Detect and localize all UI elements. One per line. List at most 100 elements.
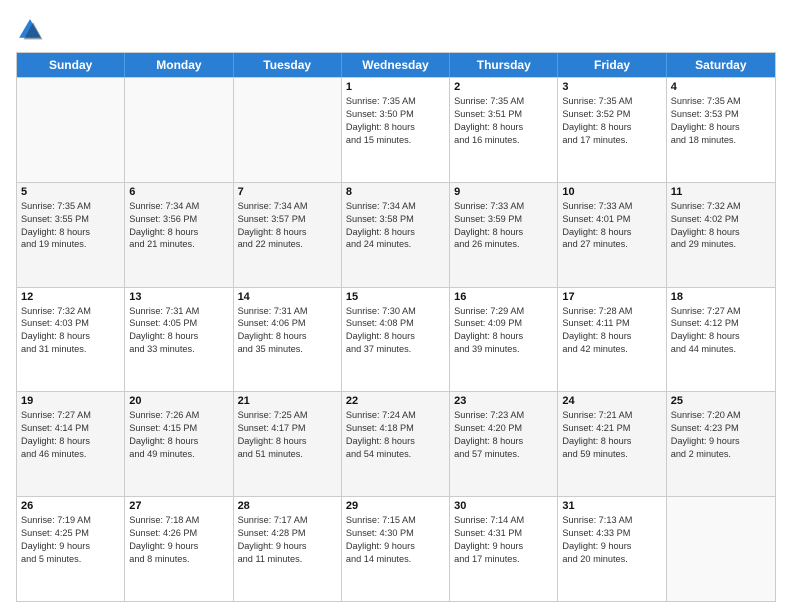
calendar-row: 12 Sunrise: 7:32 AM Sunset: 4:03 PM Dayli… <box>17 287 775 392</box>
cell-content: Sunrise: 7:23 AM Sunset: 4:20 PM Dayligh… <box>454 409 553 461</box>
weekday-header: Saturday <box>667 53 775 77</box>
day-number: 25 <box>671 395 771 407</box>
cell-content: Sunrise: 7:32 AM Sunset: 4:03 PM Dayligh… <box>21 305 120 357</box>
cell-content: Sunrise: 7:20 AM Sunset: 4:23 PM Dayligh… <box>671 409 771 461</box>
day-number: 27 <box>129 500 228 512</box>
calendar-cell: 12 Sunrise: 7:32 AM Sunset: 4:03 PM Dayli… <box>17 288 125 392</box>
day-number: 12 <box>21 291 120 303</box>
day-number: 23 <box>454 395 553 407</box>
day-number: 29 <box>346 500 445 512</box>
calendar-cell: 31 Sunrise: 7:13 AM Sunset: 4:33 PM Dayli… <box>558 497 666 601</box>
calendar-cell: 14 Sunrise: 7:31 AM Sunset: 4:06 PM Dayli… <box>234 288 342 392</box>
weekday-header: Monday <box>125 53 233 77</box>
calendar-cell: 15 Sunrise: 7:30 AM Sunset: 4:08 PM Dayli… <box>342 288 450 392</box>
calendar-row: 19Sunrise: 7:27 AM Sunset: 4:14 PM Dayli… <box>17 391 775 496</box>
day-number: 8 <box>346 186 445 198</box>
calendar-cell: 25 Sunrise: 7:20 AM Sunset: 4:23 PM Dayli… <box>667 392 775 496</box>
day-number: 10 <box>562 186 661 198</box>
calendar-cell: 17 Sunrise: 7:28 AM Sunset: 4:11 PM Dayli… <box>558 288 666 392</box>
day-number: 30 <box>454 500 553 512</box>
calendar-cell: 6 Sunrise: 7:34 AM Sunset: 3:56 PM Daylig… <box>125 183 233 287</box>
day-number: 14 <box>238 291 337 303</box>
day-number: 28 <box>238 500 337 512</box>
cell-content: Sunrise: 7:34 AM Sunset: 3:58 PM Dayligh… <box>346 200 445 252</box>
empty-cell <box>667 497 775 601</box>
header <box>16 16 776 44</box>
calendar-cell: 11 Sunrise: 7:32 AM Sunset: 4:02 PM Dayli… <box>667 183 775 287</box>
day-number: 17 <box>562 291 661 303</box>
calendar-cell: 18 Sunrise: 7:27 AM Sunset: 4:12 PM Dayli… <box>667 288 775 392</box>
cell-content: Sunrise: 7:25 AM Sunset: 4:17 PM Dayligh… <box>238 409 337 461</box>
calendar-cell: 8 Sunrise: 7:34 AM Sunset: 3:58 PM Daylig… <box>342 183 450 287</box>
calendar-cell: 4Sunrise: 7:35 AM Sunset: 3:53 PM Daylig… <box>667 78 775 182</box>
day-number: 20 <box>129 395 228 407</box>
day-number: 11 <box>671 186 771 198</box>
day-number: 18 <box>671 291 771 303</box>
day-number: 16 <box>454 291 553 303</box>
cell-content: Sunrise: 7:29 AM Sunset: 4:09 PM Dayligh… <box>454 305 553 357</box>
cell-content: Sunrise: 7:26 AM Sunset: 4:15 PM Dayligh… <box>129 409 228 461</box>
cell-content: Sunrise: 7:17 AM Sunset: 4:28 PM Dayligh… <box>238 514 337 566</box>
calendar-cell: 10 Sunrise: 7:33 AM Sunset: 4:01 PM Dayli… <box>558 183 666 287</box>
calendar-cell: 20 Sunrise: 7:26 AM Sunset: 4:15 PM Dayli… <box>125 392 233 496</box>
day-number: 6 <box>129 186 228 198</box>
cell-content: Sunrise: 7:30 AM Sunset: 4:08 PM Dayligh… <box>346 305 445 357</box>
calendar-cell: 24Sunrise: 7:21 AM Sunset: 4:21 PM Dayli… <box>558 392 666 496</box>
weekday-header: Wednesday <box>342 53 450 77</box>
weekday-header: Thursday <box>450 53 558 77</box>
cell-content: Sunrise: 7:28 AM Sunset: 4:11 PM Dayligh… <box>562 305 661 357</box>
cell-content: Sunrise: 7:35 AM Sunset: 3:53 PM Dayligh… <box>671 95 771 147</box>
day-number: 19 <box>21 395 120 407</box>
cell-content: Sunrise: 7:32 AM Sunset: 4:02 PM Dayligh… <box>671 200 771 252</box>
logo-icon <box>16 16 44 44</box>
cell-content: Sunrise: 7:34 AM Sunset: 3:57 PM Dayligh… <box>238 200 337 252</box>
weekday-header: Sunday <box>17 53 125 77</box>
cell-content: Sunrise: 7:19 AM Sunset: 4:25 PM Dayligh… <box>21 514 120 566</box>
calendar-body: 1Sunrise: 7:35 AM Sunset: 3:50 PM Daylig… <box>17 77 775 601</box>
calendar-cell: 9Sunrise: 7:33 AM Sunset: 3:59 PM Daylig… <box>450 183 558 287</box>
calendar-cell: 1Sunrise: 7:35 AM Sunset: 3:50 PM Daylig… <box>342 78 450 182</box>
calendar-cell: 30Sunrise: 7:14 AM Sunset: 4:31 PM Dayli… <box>450 497 558 601</box>
day-number: 13 <box>129 291 228 303</box>
calendar-cell: 19Sunrise: 7:27 AM Sunset: 4:14 PM Dayli… <box>17 392 125 496</box>
day-number: 26 <box>21 500 120 512</box>
day-number: 1 <box>346 81 445 93</box>
day-number: 15 <box>346 291 445 303</box>
cell-content: Sunrise: 7:33 AM Sunset: 4:01 PM Dayligh… <box>562 200 661 252</box>
day-number: 22 <box>346 395 445 407</box>
cell-content: Sunrise: 7:31 AM Sunset: 4:06 PM Dayligh… <box>238 305 337 357</box>
calendar: SundayMondayTuesdayWednesdayThursdayFrid… <box>16 52 776 602</box>
calendar-row: 5Sunrise: 7:35 AM Sunset: 3:55 PM Daylig… <box>17 182 775 287</box>
day-number: 5 <box>21 186 120 198</box>
cell-content: Sunrise: 7:15 AM Sunset: 4:30 PM Dayligh… <box>346 514 445 566</box>
cell-content: Sunrise: 7:31 AM Sunset: 4:05 PM Dayligh… <box>129 305 228 357</box>
weekday-header: Tuesday <box>234 53 342 77</box>
day-number: 3 <box>562 81 661 93</box>
calendar-header: SundayMondayTuesdayWednesdayThursdayFrid… <box>17 53 775 77</box>
calendar-cell: 29 Sunrise: 7:15 AM Sunset: 4:30 PM Dayli… <box>342 497 450 601</box>
logo <box>16 16 48 44</box>
calendar-cell: 13 Sunrise: 7:31 AM Sunset: 4:05 PM Dayli… <box>125 288 233 392</box>
cell-content: Sunrise: 7:27 AM Sunset: 4:12 PM Dayligh… <box>671 305 771 357</box>
cell-content: Sunrise: 7:13 AM Sunset: 4:33 PM Dayligh… <box>562 514 661 566</box>
empty-cell <box>17 78 125 182</box>
day-number: 31 <box>562 500 661 512</box>
cell-content: Sunrise: 7:24 AM Sunset: 4:18 PM Dayligh… <box>346 409 445 461</box>
calendar-cell: 2Sunrise: 7:35 AM Sunset: 3:51 PM Daylig… <box>450 78 558 182</box>
cell-content: Sunrise: 7:34 AM Sunset: 3:56 PM Dayligh… <box>129 200 228 252</box>
cell-content: Sunrise: 7:18 AM Sunset: 4:26 PM Dayligh… <box>129 514 228 566</box>
day-number: 7 <box>238 186 337 198</box>
calendar-cell: 3 Sunrise: 7:35 AM Sunset: 3:52 PM Daylig… <box>558 78 666 182</box>
calendar-row: 26 Sunrise: 7:19 AM Sunset: 4:25 PM Dayli… <box>17 496 775 601</box>
day-number: 24 <box>562 395 661 407</box>
day-number: 21 <box>238 395 337 407</box>
calendar-cell: 28 Sunrise: 7:17 AM Sunset: 4:28 PM Dayli… <box>234 497 342 601</box>
empty-cell <box>234 78 342 182</box>
cell-content: Sunrise: 7:35 AM Sunset: 3:52 PM Dayligh… <box>562 95 661 147</box>
calendar-cell: 21 Sunrise: 7:25 AM Sunset: 4:17 PM Dayli… <box>234 392 342 496</box>
calendar-cell: 7 Sunrise: 7:34 AM Sunset: 3:57 PM Daylig… <box>234 183 342 287</box>
cell-content: Sunrise: 7:35 AM Sunset: 3:51 PM Dayligh… <box>454 95 553 147</box>
calendar-cell: 26 Sunrise: 7:19 AM Sunset: 4:25 PM Dayli… <box>17 497 125 601</box>
calendar-cell: 22 Sunrise: 7:24 AM Sunset: 4:18 PM Dayli… <box>342 392 450 496</box>
calendar-cell: 16 Sunrise: 7:29 AM Sunset: 4:09 PM Dayli… <box>450 288 558 392</box>
